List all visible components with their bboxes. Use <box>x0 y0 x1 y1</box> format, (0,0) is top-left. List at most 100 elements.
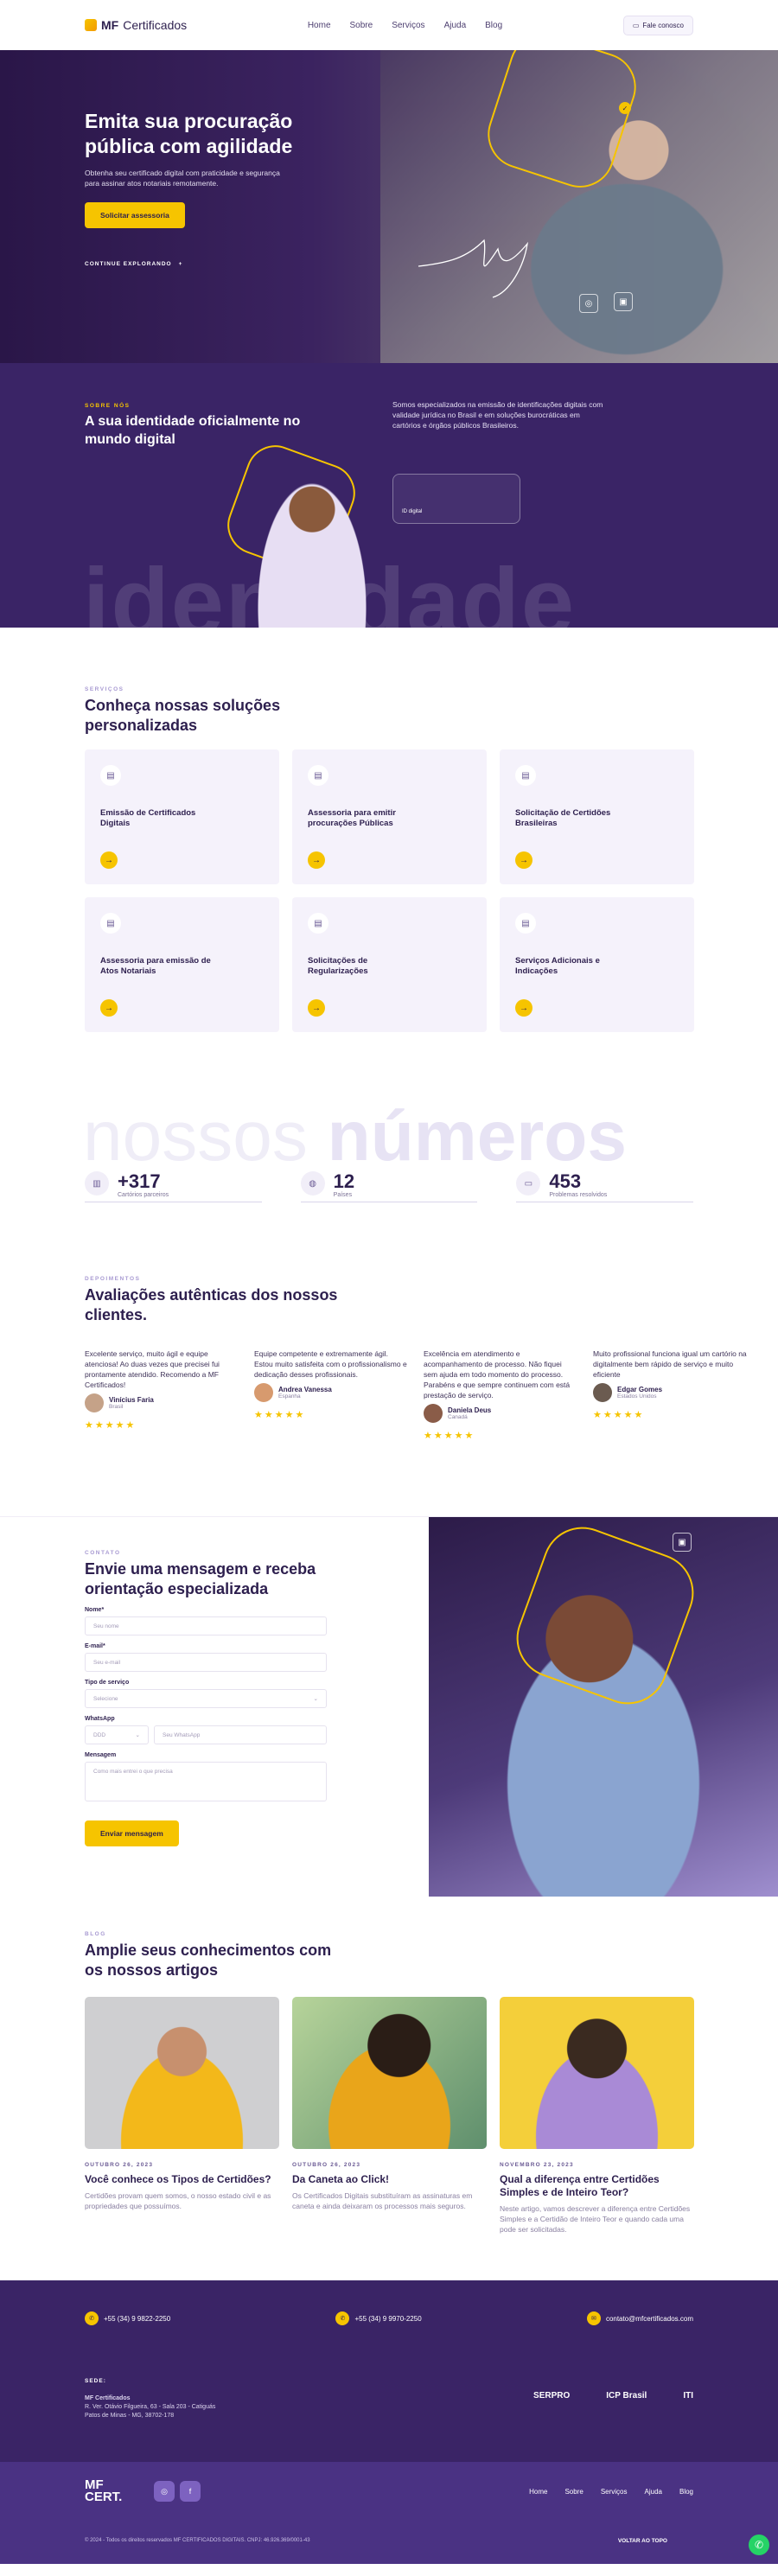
star-rating: ★★★★★ <box>593 1410 645 1420</box>
star-rating: ★★★★★ <box>254 1410 306 1420</box>
nav-servicos[interactable]: Serviços <box>392 21 424 30</box>
chat-icon: ▭ <box>632 21 640 29</box>
contact-title: Envie uma mensagem e receba orientação e… <box>85 1560 316 1597</box>
document-icon: ▤ <box>515 913 536 934</box>
social-links: ◎ f <box>154 2481 201 2502</box>
services-eyebrow: SERVIÇOS <box>85 686 124 692</box>
testimonials-eyebrow: DEPOIMENTOS <box>85 1276 141 1282</box>
stat-item: ▭ 453 Problemas resolvidos <box>516 1171 694 1202</box>
building-icon: ▥ <box>85 1171 109 1196</box>
footer-nav-home[interactable]: Home <box>529 2488 547 2496</box>
blog-post-card[interactable]: OUTUBRO 26, 2023 Da Caneta ao Click! Os … <box>292 1997 487 2235</box>
stat-item: ◍ 12 Países <box>300 1171 478 1202</box>
post-image <box>500 1997 694 2149</box>
testimonials-title: Avaliações autênticas dos nossos cliente… <box>85 1286 338 1323</box>
avatar <box>424 1404 443 1423</box>
main-nav: Home Sobre Serviços Ajuda Blog <box>308 21 502 30</box>
send-message-button[interactable]: Enviar mensagem <box>85 1820 179 1846</box>
request-advice-button[interactable]: Solicitar assessoria <box>85 202 185 228</box>
testimonial-item: Equipe competente e extremamente ágil. E… <box>254 1349 407 1420</box>
logo[interactable]: MF Certificados <box>85 18 187 32</box>
whatsapp-icon: ✆ <box>754 2539 764 2551</box>
whatsapp-icon: ✆ <box>85 2311 99 2325</box>
contact-button[interactable]: ▭ Fale conosco <box>622 15 693 35</box>
globe-icon: ◍ <box>300 1171 325 1196</box>
document-icon: ▤ <box>308 913 328 934</box>
email-input[interactable]: Seu e-mail <box>85 1653 327 1672</box>
arrow-right-icon[interactable]: → <box>308 851 325 869</box>
face-id-icon: ▣ <box>673 1533 692 1552</box>
nav-blog[interactable]: Blog <box>485 21 502 30</box>
document-icon: ▤ <box>515 765 536 786</box>
footer-nav-servicos[interactable]: Serviços <box>601 2488 628 2496</box>
headquarters-address: SEDE: MF Certificados R. Ver. Otávio Fil… <box>85 2378 216 2419</box>
whatsapp-float-button[interactable]: ✆ <box>749 2535 769 2555</box>
nav-sobre[interactable]: Sobre <box>350 21 373 30</box>
message-textarea[interactable]: Como mais entrei o que precisa <box>85 1762 327 1801</box>
icp-brasil-logo: ICP Brasil <box>606 2391 647 2401</box>
blog-post-card[interactable]: OUTUBRO 26, 2023 Você conhece os Tipos d… <box>85 1997 279 2235</box>
whatsapp-input[interactable]: Seu WhatsApp <box>154 1725 327 1744</box>
site-header: MF Certificados Home Sobre Serviços Ajud… <box>0 0 778 50</box>
service-card[interactable]: ▤ Assessoria para emissão de Atos Notari… <box>85 897 279 1032</box>
check-badge-icon: ✓ <box>619 102 631 114</box>
service-card[interactable]: ▤ Serviços Adicionais e Indicações → <box>500 897 694 1032</box>
hero-title: Emita sua procuração pública com agilida… <box>85 110 293 157</box>
star-rating: ★★★★★ <box>424 1431 475 1441</box>
arrow-right-icon[interactable]: → <box>515 851 532 869</box>
certification-seals: SERPRO ICP Brasil ITI <box>533 2391 693 2401</box>
chevron-down-icon: ⌄ <box>313 1696 318 1702</box>
logo-mark-icon <box>85 19 97 31</box>
service-card[interactable]: ▤ Solicitação de Certidões Brasileiras → <box>500 749 694 884</box>
avatar <box>254 1383 273 1402</box>
chevron-down-icon: ⌄ <box>135 1732 140 1738</box>
footer-nav-sobre[interactable]: Sobre <box>564 2488 583 2496</box>
footer-email[interactable]: ✉ contato@mfcertificados.com <box>586 2311 693 2325</box>
ddd-select[interactable]: DDD ⌄ <box>85 1725 149 1744</box>
arrow-right-icon[interactable]: → <box>100 851 118 869</box>
service-card[interactable]: ▤ Solicitações de Regularizações → <box>292 897 487 1032</box>
name-input[interactable]: Seu nome <box>85 1616 327 1636</box>
hero-section: ✓ ◎ ▣ Emita sua procuração pública com a… <box>0 50 778 363</box>
blog-post-card[interactable]: NOVEMBRO 23, 2023 Qual a diferença entre… <box>500 1997 694 2235</box>
id-card-label: ID digital <box>402 509 423 514</box>
blog-posts: OUTUBRO 26, 2023 Você conhece os Tipos d… <box>85 1997 694 2235</box>
mail-icon: ✉ <box>586 2311 601 2325</box>
nav-ajuda[interactable]: Ajuda <box>444 21 467 30</box>
signature-decoration <box>418 239 528 298</box>
testimonial-item: Excelente serviço, muito ágil e equipe a… <box>85 1349 239 1441</box>
stat-item: ▥ +317 Cartórios parceiros <box>85 1171 262 1202</box>
continue-exploring-link[interactable]: CONTINUE EXPLORANDO + <box>85 261 309 267</box>
document-icon: ▤ <box>100 765 121 786</box>
serpro-logo: SERPRO <box>533 2391 571 2401</box>
id-card-illustration: ID digital <box>392 474 520 524</box>
arrow-right-icon[interactable]: → <box>308 999 325 1017</box>
services-grid: ▤ Emissão de Certificados Digitais → ▤ A… <box>85 749 694 1032</box>
footer-phone-2[interactable]: ✆ +55 (34) 9 9970-2250 <box>335 2311 422 2325</box>
service-card[interactable]: ▤ Assessoria para emitir procurações Púb… <box>292 749 487 884</box>
footer-nav: Home Sobre Serviços Ajuda Blog <box>529 2488 693 2496</box>
blog-eyebrow: BLOG <box>85 1931 106 1937</box>
arrow-right-icon[interactable]: → <box>515 999 532 1017</box>
instagram-icon[interactable]: ◎ <box>154 2481 175 2502</box>
nav-home[interactable]: Home <box>308 21 331 30</box>
footer-logo[interactable]: MF CERT. <box>85 2478 122 2503</box>
footer-phone-1[interactable]: ✆ +55 (34) 9 9822-2250 <box>85 2311 170 2325</box>
back-to-top-link[interactable]: VOLTAR AO TOPO <box>618 2538 667 2544</box>
plus-icon: + <box>178 261 183 267</box>
stats-row: ▥ +317 Cartórios parceiros ◍ 12 Países ▭… <box>85 1171 694 1202</box>
footer-nav-ajuda[interactable]: Ajuda <box>645 2488 662 2496</box>
ticket-icon: ▭ <box>516 1171 541 1196</box>
service-select[interactable]: Selecione ⌄ <box>85 1689 327 1708</box>
hero-text: Obtenha seu certificado digital com prat… <box>85 169 280 188</box>
post-image <box>292 1997 487 2149</box>
testimonial-item: Muito profissional funciona igual um car… <box>593 1349 747 1420</box>
arrow-right-icon[interactable]: → <box>100 999 118 1017</box>
iti-logo: ITI <box>683 2391 693 2401</box>
document-icon: ▤ <box>308 765 328 786</box>
service-card[interactable]: ▤ Emissão de Certificados Digitais → <box>85 749 279 884</box>
footer-nav-blog[interactable]: Blog <box>679 2488 693 2496</box>
footer-contacts: ✆ +55 (34) 9 9822-2250 ✆ +55 (34) 9 9970-2… <box>0 2280 778 2462</box>
testimonials-carousel[interactable]: Excelente serviço, muito ágil e equipe a… <box>85 1349 747 1441</box>
facebook-icon[interactable]: f <box>180 2481 201 2502</box>
